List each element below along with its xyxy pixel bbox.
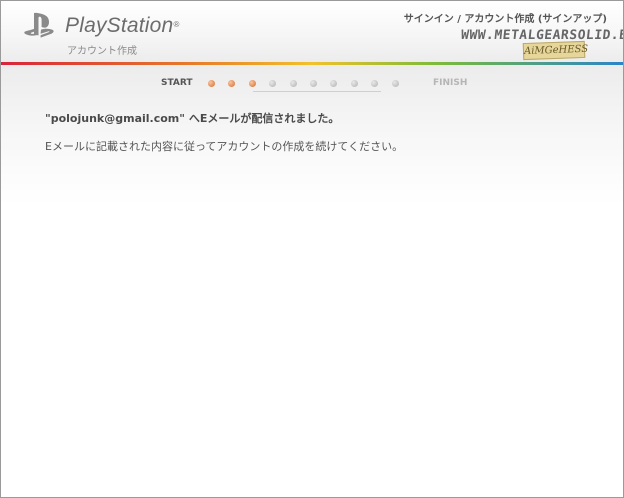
header: PlayStation® アカウント作成 サインイン / アカウント作成 (サイ…	[1, 1, 623, 63]
progress-step-done	[208, 80, 215, 87]
watermark-text: WWW.METALGEARSOLID.BE	[460, 28, 624, 43]
playstation-logo-icon	[24, 12, 54, 38]
page-subtitle: アカウント作成	[67, 46, 137, 57]
progress-step-done	[228, 80, 236, 87]
browser-frame: PlayStation® アカウント作成 サインイン / アカウント作成 (サイ…	[0, 0, 624, 498]
progress-step-done	[248, 80, 256, 87]
signup-progress: START FINISH	[161, 77, 471, 92]
page-heading: サインイン / アカウント作成 (サインアップ)	[403, 14, 607, 25]
progress-step-pending	[269, 80, 277, 87]
watermark-tag: AiMGeHESS	[522, 40, 588, 61]
instruction-message: Eメールに記載された内容に従ってアカウントの作成を続けてください。	[45, 140, 404, 153]
progress-finish-label: FINISH	[433, 78, 468, 88]
progress-step-pending	[391, 80, 399, 87]
progress-step-pending	[289, 80, 297, 87]
progress-step-pending	[330, 80, 338, 87]
progress-start-label: START	[161, 78, 193, 88]
progress-step-pending	[350, 80, 358, 87]
progress-step-pending	[310, 80, 317, 87]
progress-track	[253, 91, 381, 92]
progress-step-pending	[371, 80, 379, 87]
brand-title: PlayStation®	[65, 14, 180, 37]
email-sent-message: "polojunk@gmail.com" へEメールが配信されました。	[45, 112, 340, 125]
